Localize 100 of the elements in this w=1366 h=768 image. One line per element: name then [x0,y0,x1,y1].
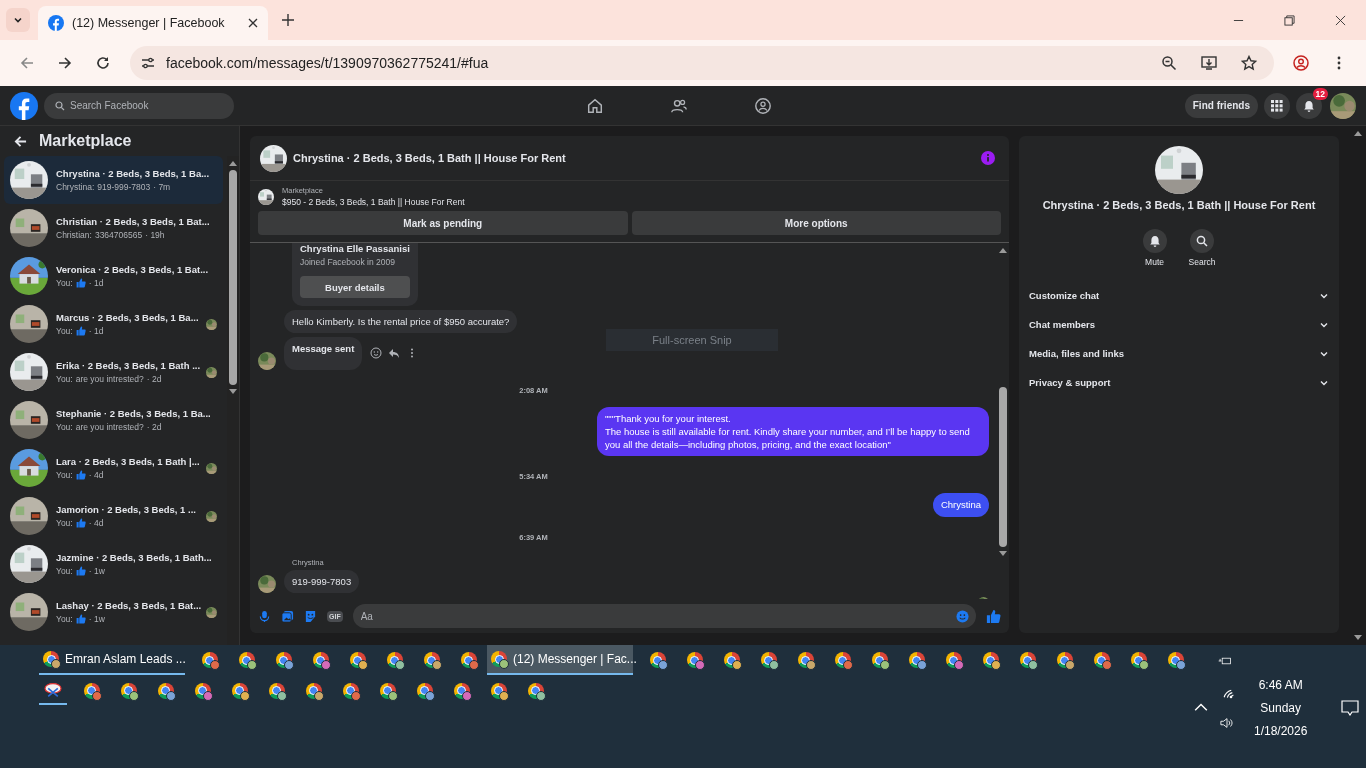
message-sender: You: [56,422,73,432]
speaker-icon[interactable] [1220,716,1234,730]
restore-icon[interactable] [1284,14,1295,26]
details-section-toggle[interactable]: Media, files and links [1029,339,1329,368]
chrome-icon[interactable] [349,652,366,668]
scroll-down-icon[interactable] [1354,635,1362,641]
back-icon[interactable] [19,55,35,71]
conversation-title: Chrystina · 2 Beds, 3 Beds, 1 Ba... [56,168,211,179]
chrome-icon[interactable] [453,682,470,699]
chrome-icon[interactable] [43,651,59,667]
photo-icon[interactable] [281,609,294,623]
chrome-icon[interactable] [834,652,851,668]
details-section-toggle[interactable]: Chat members [1029,310,1329,339]
find-friends-button[interactable]: Find friends [1184,93,1258,118]
conversation-item[interactable]: Erika · 2 Beds, 3 Beds, 1 Bath ... You: are you intrested? · 2d [4,348,223,396]
address-field[interactable]: facebook.com/messages/t/1390970362775241/#fua [130,46,1274,80]
close-icon[interactable] [248,18,258,28]
new-tab-icon[interactable] [282,14,294,26]
message-field[interactable]: Aa [352,604,976,628]
chrome-icon[interactable] [231,682,248,699]
chrome-icon[interactable] [201,652,218,668]
menu-button[interactable] [1264,92,1290,119]
close-icon[interactable] [1335,14,1346,26]
conversation-item[interactable]: Christian · 2 Beds, 3 Beds, 1 Bat... Christian: 3364706565 · 19h [4,204,223,252]
reply-icon[interactable] [388,347,401,360]
microphone-icon[interactable] [258,609,271,623]
chrome-icon[interactable] [460,652,477,668]
chrome-icon[interactable] [982,652,999,668]
browser-tab[interactable]: (12) Messenger | Facebook [38,6,268,40]
facebook-logo-icon[interactable] [10,91,38,120]
conversation-item[interactable]: Lashay · 2 Beds, 3 Beds, 1 Bat... You: · 1w [4,588,223,636]
chrome-icon[interactable] [723,652,740,668]
chrome-icon[interactable] [312,652,329,668]
chrome-icon[interactable] [871,652,888,668]
site-settings-icon[interactable] [140,55,156,71]
conversation-item[interactable]: Stephanie · 2 Beds, 3 Beds, 1 Ba... You: are you intrested? · 2d [4,396,223,444]
emoji-icon[interactable] [956,609,969,623]
conversation-item[interactable]: Veronica · 2 Beds, 3 Beds, 1 Bat... You: · 1d [4,252,223,300]
search-field[interactable]: Search Facebook [44,92,234,119]
chrome-icon[interactable] [238,652,255,668]
chrome-icon[interactable] [908,652,925,668]
bell-icon [1303,99,1315,112]
buyer-details-button[interactable]: Buyer details [300,276,410,298]
chrome-icon[interactable] [83,682,100,699]
back-arrow-icon[interactable] [14,134,27,148]
chrome-icon[interactable] [305,682,322,699]
forward-icon[interactable] [57,55,73,71]
chrome-icon[interactable] [490,682,507,699]
chrome-icon[interactable] [1019,652,1036,668]
notification-center-icon[interactable] [1341,700,1360,716]
listing-action-button[interactable]: More options [631,211,1001,235]
chrome-icon[interactable] [1167,652,1184,668]
chrome-icon[interactable] [760,652,777,668]
message-preview: are you intrested? [75,374,144,384]
conversation-item[interactable]: Jamorion · 2 Beds, 3 Beds, 1 ... You: · 4d [4,492,223,540]
chrome-icon[interactable] [491,651,507,667]
conversation-item[interactable]: Chrystina · 2 Beds, 3 Beds, 1 Ba... Chrystina: 919-999-7803 · 7m [4,156,223,204]
chrome-icon[interactable] [275,652,292,668]
chrome-icon[interactable] [527,682,544,699]
details-section-toggle[interactable]: Privacy & support [1029,368,1329,397]
tab-search-button[interactable] [6,8,30,32]
home-icon[interactable] [586,96,605,115]
chrome-icon[interactable] [649,652,666,668]
install-app-icon[interactable] [1201,55,1217,71]
chrome-icon[interactable] [945,652,962,668]
chrome-icon[interactable] [797,652,814,668]
sticker-icon[interactable] [304,609,317,623]
chrome-icon[interactable] [1056,652,1073,668]
details-section-toggle[interactable]: Customize chat [1029,281,1329,310]
chrome-icon[interactable] [194,682,211,699]
chrome-icon[interactable] [342,682,359,699]
zoom-icon[interactable] [1161,55,1177,71]
chrome-icon[interactable] [1130,652,1147,668]
chrome-icon[interactable] [120,682,137,699]
bookmark-star-icon[interactable] [1241,55,1257,71]
listing-title[interactable]: $950 - 2 Beds, 3 Beds, 1 Bath || House For Rent [282,197,465,207]
groups-icon[interactable] [754,96,773,115]
reload-icon[interactable] [95,55,111,71]
scroll-down-icon[interactable] [229,389,237,395]
chrome-icon[interactable] [268,682,285,699]
conversation-item[interactable]: Lara · 2 Beds, 3 Beds, 1 Bath |... You: · 4d [4,444,223,492]
clock[interactable]: 6:46 AM Sunday 1/18/2026 [1246,678,1316,738]
listing-action-button[interactable]: Mark as pending [258,211,628,235]
chrome-icon[interactable] [423,652,440,668]
scroll-up-icon[interactable] [1354,130,1362,136]
info-icon[interactable] [981,151,995,165]
react-icon[interactable] [370,347,383,360]
scroll-up-icon[interactable] [229,160,237,166]
scroll-down-icon[interactable] [999,551,1007,557]
chrome-icon[interactable] [379,682,396,699]
scroll-up-icon[interactable] [999,247,1007,253]
taskbar-window-button[interactable]: Emran Aslam Leads ... [39,645,185,675]
chrome-icon[interactable] [416,682,433,699]
chrome-icon[interactable] [386,652,403,668]
chrome-icon[interactable] [1093,652,1110,668]
chrome-icon[interactable] [157,682,174,699]
profile-icon[interactable] [1293,55,1309,71]
conversation-item[interactable]: Jazmine · 2 Beds, 3 Beds, 1 Bath... You: · 1w [4,540,223,588]
conversation-item[interactable]: Marcus · 2 Beds, 3 Beds, 1 Ba... You: · 1d [4,300,223,348]
chrome-icon[interactable] [686,652,703,668]
